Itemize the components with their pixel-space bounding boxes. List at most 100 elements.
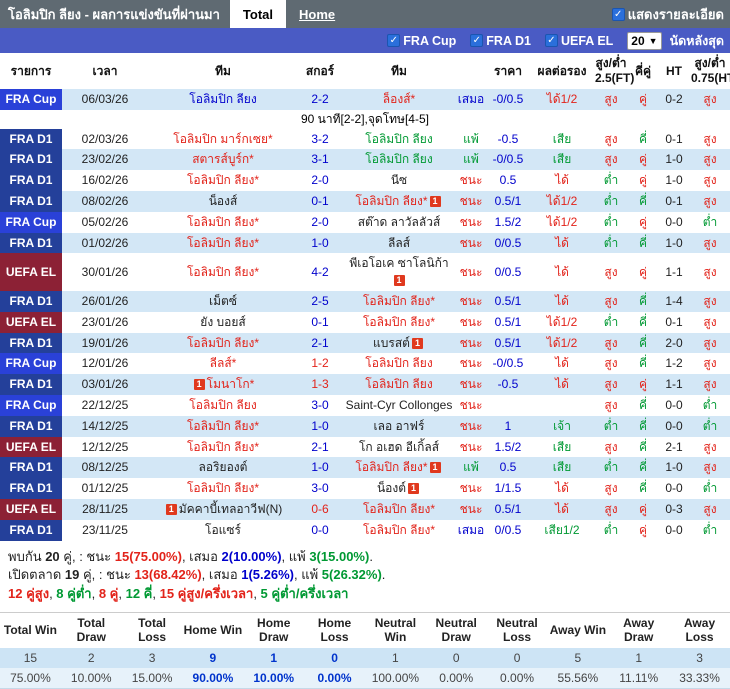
result-cell: ชนะ (456, 190, 486, 212)
tab-total[interactable]: Total (229, 0, 287, 28)
halftime-score-cell: 0-0 (658, 415, 690, 437)
halftime-score-cell: 0-0 (658, 478, 690, 499)
result-cell: ชนะ (456, 290, 486, 312)
column-header: สกอร์ (298, 53, 342, 89)
penalty-note-row: 90 นาที[2-2],จุดโทษ[4-5] (0, 109, 730, 129)
team-name: แบรสต์ (373, 335, 410, 350)
match-count-select[interactable]: 20 ▼ (627, 31, 662, 50)
summary-line-market: เปิดตลาด 19 คู่, : ชนะ 13(68.42%), เสมอ … (8, 566, 720, 585)
odds-cell: 1.5/2 (486, 436, 530, 458)
over-under-ft-cell: ต่ำ (594, 519, 628, 541)
fra-d1-checkbox-icon[interactable]: ✓ (470, 34, 484, 47)
column-header: สูง/ต่ำ 0.75(HT) (690, 53, 730, 89)
odd-even-cell: คี่ (628, 190, 658, 212)
match-row: FRA D1 01/12/25 โอลิมปิก ลียง* 3-0 น็องต์ 1 ชน… (0, 478, 730, 499)
result-cell: ชนะ (456, 394, 486, 416)
home-team-cell: สตารส์บูร์ก* (148, 149, 298, 171)
column-header: ทีม (148, 53, 298, 89)
summary-segment: , (152, 586, 160, 602)
summary-segment: เปิดตลาด (8, 567, 65, 583)
result-cell: ชนะ (456, 498, 486, 520)
stats-column-header: Total Loss (121, 613, 183, 648)
handicap-result-cell: ได้ (530, 290, 594, 312)
odds-cell: -0/0.5 (486, 89, 530, 110)
odd-even-cell: คู่ (628, 498, 658, 520)
red-card-icon: 1 (393, 275, 405, 287)
odds-cell: 0.5/1 (486, 290, 530, 312)
score-cell: 1-3 (298, 374, 342, 395)
stats-column-header: Total Win (0, 613, 61, 648)
halftime-score-cell: 1-2 (658, 353, 690, 375)
fra-cup-checkbox-icon[interactable]: ✓ (387, 34, 401, 47)
match-date: 12/01/26 (62, 353, 148, 375)
match-date: 05/02/26 (62, 211, 148, 233)
team-name: โอลิมปิก ลียง* (355, 460, 428, 475)
red-card-icon: 1 (429, 462, 441, 474)
match-row: FRA D1 14/12/25 โอลิมปิก ลียง* 1-0 เลอ อาฟร์… (0, 415, 730, 437)
odds-cell: 1 (486, 415, 530, 437)
summary-segment: 12 คี่ (125, 586, 153, 602)
team-name: ลีลส์ (387, 235, 411, 250)
odd-even-cell: คู่ (628, 253, 658, 291)
team-name: โอลิมปิก ลียง* (186, 264, 260, 279)
odd-even-cell: คี่ (628, 457, 658, 479)
fra-cup-label: FRA Cup (403, 33, 457, 48)
result-cell: ชนะ (456, 253, 486, 291)
uefa-el-checkbox-icon[interactable]: ✓ (544, 34, 558, 47)
summary-segment: 5 คู่ต่ำ/ครึ่งเวลา (260, 586, 349, 602)
handicap-result-cell: ได้1/2 (530, 332, 594, 354)
stats-column-header: Away Draw (608, 613, 670, 648)
match-date: 14/12/25 (62, 415, 148, 437)
match-date: 16/02/26 (62, 170, 148, 191)
match-date: 30/01/26 (62, 253, 148, 291)
away-team-cell: พีเอโอเค ซาโลนิก้า 1 (342, 253, 456, 291)
filter-fra-d1[interactable]: ✓ FRA D1 (470, 34, 531, 48)
home-team-cell: น็องส์ (148, 190, 298, 212)
team-name: โอลิมปิก ลียง* (186, 335, 260, 350)
team-name: โอลิมปิก ลียง* (186, 235, 260, 250)
team-name: โอลิมปิก ลียง* (362, 522, 436, 537)
match-date: 08/12/25 (62, 457, 148, 479)
detail-toggle[interactable]: ✓ แสดงรายละเอียด (611, 4, 730, 25)
red-card-icon: 1 (193, 379, 205, 391)
over-under-ht-cell: ต่ำ (690, 519, 730, 541)
home-team-cell: โอลิมปิก ลียง* (148, 332, 298, 354)
team-name: โอลิมปิก ลียง (365, 356, 433, 371)
score-cell: 3-2 (298, 128, 342, 150)
stats-percent: 0.00% (304, 667, 365, 689)
over-under-ht-cell: สูง (690, 353, 730, 375)
odd-even-cell: คี่ (628, 311, 658, 333)
stats-value: 1 (364, 647, 426, 668)
odds-cell: 0.5/1 (486, 190, 530, 212)
home-team-cell: โอลิมปิก ลียง (148, 394, 298, 416)
away-team-cell: ลีลส์ (342, 232, 456, 254)
stats-column-header: Neutral Loss (486, 613, 548, 648)
stats-header-row: Total Win Total Draw Total Loss Home Win Hom… (0, 613, 730, 648)
match-row: FRA D1 01/02/26 โอลิมปิก ลียง* 1-0 ลีลส์ ชนะ 0… (0, 232, 730, 254)
handicap-result-cell: เสีย (530, 128, 594, 150)
over-under-ft-cell: สูง (594, 374, 628, 395)
result-cell: ชนะ (456, 478, 486, 499)
summary-segment: 13(68.42%) (134, 567, 202, 583)
away-team-cell: โอลิมปิก ลียง (342, 353, 456, 375)
match-date: 26/01/26 (62, 290, 148, 312)
score-cell: 2-0 (298, 211, 342, 233)
halftime-score-cell: 0-0 (658, 394, 690, 416)
halftime-score-cell: 2-1 (658, 436, 690, 458)
summary-segment: 20 (45, 548, 60, 564)
summary-segment: 15 คู่สูง/ครึ่งเวลา (159, 586, 254, 602)
home-team-cell: ลีลส์* (148, 353, 298, 375)
match-row: FRA D1 08/02/26 น็องส์ 0-1 โอลิมปิก ลียง* 1 ชน… (0, 190, 730, 212)
handicap-result-cell: ได้ (530, 253, 594, 291)
stats-column-header: Neutral Draw (425, 613, 487, 648)
tab-home[interactable]: Home (286, 0, 348, 28)
detail-checkbox-icon[interactable]: ✓ (611, 7, 625, 21)
match-date: 19/01/26 (62, 332, 148, 354)
stats-value: 3 (669, 647, 730, 668)
away-team-cell: นีซ (342, 170, 456, 191)
filter-fra-cup[interactable]: ✓ FRA Cup (387, 34, 456, 48)
over-under-ht-cell: ต่ำ (690, 211, 730, 233)
filter-uefa-el[interactable]: ✓ UEFA EL (544, 34, 613, 48)
column-header: ราคา (486, 53, 530, 89)
column-header: สูง/ต่ำ 2.5(FT) (594, 53, 634, 89)
